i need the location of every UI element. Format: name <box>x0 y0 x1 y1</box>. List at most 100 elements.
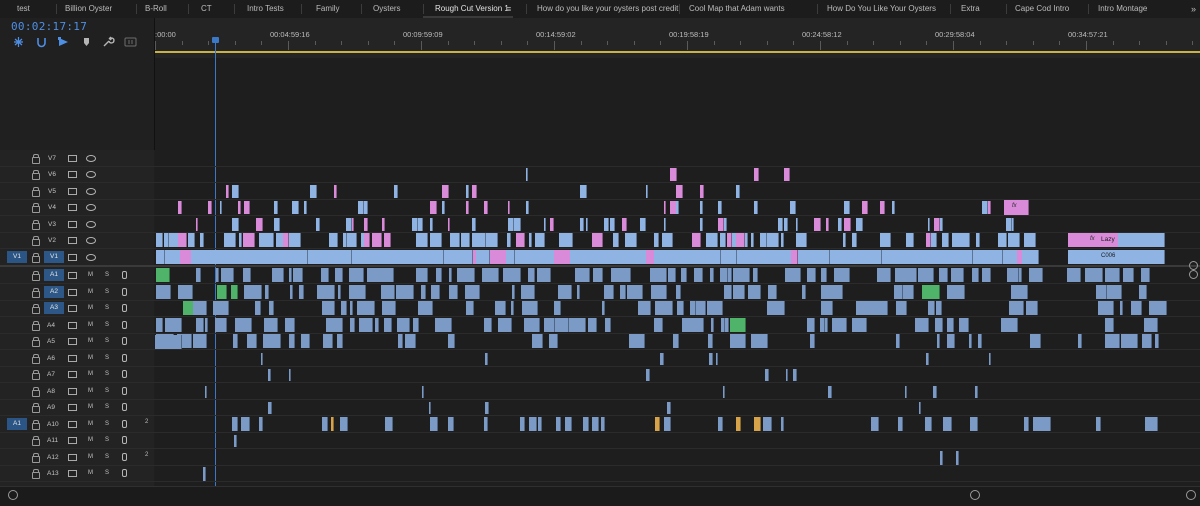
video-clip[interactable] <box>852 233 857 247</box>
video-clip[interactable] <box>962 250 973 264</box>
audio-clip[interactable] <box>915 318 929 332</box>
tab-how-do-you-like-your-oysters[interactable]: How Do You Like Your Oysters <box>827 0 936 18</box>
video-clip[interactable] <box>334 185 337 198</box>
audio-clip[interactable] <box>821 301 833 315</box>
video-clip[interactable] <box>796 233 807 247</box>
audio-clip[interactable] <box>728 268 732 282</box>
voice-over-record-icon[interactable] <box>122 354 127 362</box>
audio-clip[interactable] <box>203 467 206 481</box>
lock-icon[interactable] <box>32 203 40 213</box>
audio-clip[interactable] <box>1096 285 1107 299</box>
toggle-sync-lock-icon[interactable] <box>68 254 77 261</box>
audio-clip[interactable] <box>931 301 935 315</box>
audio-clip[interactable] <box>1024 417 1029 431</box>
video-clip[interactable] <box>472 185 477 198</box>
video-clip[interactable] <box>670 168 677 181</box>
video-clip[interactable] <box>843 233 846 247</box>
tab-overflow-icon[interactable]: » <box>1191 0 1196 18</box>
audio-clip[interactable] <box>532 334 543 348</box>
audio-clip[interactable] <box>156 318 163 332</box>
audio-clip[interactable] <box>793 369 797 381</box>
lock-icon[interactable] <box>32 387 40 397</box>
solo-button[interactable]: S <box>105 338 109 344</box>
toggle-sync-lock-icon[interactable] <box>68 421 77 428</box>
video-clip[interactable] <box>484 201 488 214</box>
video-clip[interactable] <box>239 233 242 247</box>
video-clip[interactable] <box>224 233 236 247</box>
mute-button[interactable]: M <box>88 371 93 377</box>
video-clip[interactable] <box>664 201 666 214</box>
audio-clip[interactable] <box>871 417 879 431</box>
audio-clip[interactable] <box>485 402 489 414</box>
video-clip[interactable] <box>394 185 398 198</box>
audio-clip[interactable] <box>768 285 777 299</box>
audio-clip[interactable] <box>263 334 281 348</box>
audio-clip[interactable] <box>638 301 651 315</box>
video-clip[interactable] <box>550 218 554 231</box>
audio-clip[interactable] <box>382 301 396 315</box>
audio-clip[interactable] <box>969 334 972 348</box>
audio-clip[interactable] <box>1105 318 1114 332</box>
audio-clip[interactable] <box>748 285 761 299</box>
audio-clip[interactable] <box>940 451 943 465</box>
scroll-end-handle[interactable] <box>970 490 980 500</box>
voice-over-record-icon[interactable] <box>122 321 127 329</box>
audio-clip[interactable] <box>340 417 348 431</box>
audio-clip[interactable] <box>781 417 784 431</box>
audio-clip[interactable] <box>1030 334 1041 348</box>
video-clip[interactable] <box>998 233 1007 247</box>
audio-clip[interactable] <box>753 268 758 282</box>
audio-clip[interactable] <box>870 301 888 315</box>
audio-clip[interactable] <box>711 318 714 332</box>
video-clip[interactable] <box>429 250 444 264</box>
audio-clip[interactable] <box>614 268 631 282</box>
video-clip[interactable] <box>700 218 703 231</box>
audio-clip[interactable] <box>398 334 403 348</box>
video-clip[interactable] <box>208 201 212 214</box>
audio-clip[interactable] <box>724 285 732 299</box>
video-clip[interactable] <box>1012 218 1014 231</box>
audio-clip[interactable] <box>1078 334 1082 348</box>
tab-how-do-you-like-your-oysters-post-credit[interactable]: How do you like your oysters post credit <box>537 0 678 18</box>
audio-clip[interactable] <box>289 268 292 282</box>
audio-clip[interactable] <box>235 318 252 332</box>
track-height-knob[interactable] <box>1189 261 1198 270</box>
audio-clip[interactable] <box>923 268 934 282</box>
video-clip[interactable] <box>631 250 647 264</box>
lock-icon[interactable] <box>32 453 40 463</box>
audio-clip[interactable] <box>1120 301 1123 315</box>
audio-clip[interactable] <box>565 417 572 431</box>
snap-icon[interactable] <box>12 35 25 47</box>
audio-clip[interactable] <box>484 417 488 431</box>
audio-clip[interactable] <box>301 334 310 348</box>
audio-clip[interactable] <box>247 334 257 348</box>
video-clip[interactable] <box>908 233 914 247</box>
lock-icon[interactable] <box>32 154 40 164</box>
playhead-handle[interactable] <box>212 37 219 43</box>
audio-clip[interactable] <box>522 301 538 315</box>
audio-clip[interactable] <box>651 285 667 299</box>
audio-clip[interactable] <box>828 386 832 398</box>
audio-clip[interactable] <box>268 402 272 414</box>
audio-clip[interactable] <box>422 386 424 398</box>
video-clip[interactable] <box>751 233 754 247</box>
video-clip[interactable] <box>448 218 450 231</box>
video-clip[interactable] <box>347 233 357 247</box>
lock-icon[interactable] <box>32 304 40 314</box>
video-clip[interactable] <box>662 233 673 247</box>
mute-button[interactable]: M <box>88 338 93 344</box>
video-clip[interactable] <box>461 233 470 247</box>
toggle-sync-lock-icon[interactable] <box>68 171 77 178</box>
lock-icon[interactable] <box>32 403 40 413</box>
video-clip[interactable] <box>264 250 279 264</box>
tab-extra[interactable]: Extra <box>961 0 980 18</box>
audio-clip[interactable] <box>431 285 440 299</box>
tab-menu-icon[interactable]: ≡ <box>506 0 511 18</box>
lock-icon[interactable] <box>32 170 40 180</box>
video-clip[interactable] <box>988 201 991 214</box>
audio-clip[interactable] <box>709 353 713 365</box>
audio-clip[interactable] <box>448 334 455 348</box>
video-clip[interactable] <box>749 250 764 264</box>
audio-clip[interactable] <box>457 268 475 282</box>
audio-clip[interactable] <box>389 318 392 332</box>
